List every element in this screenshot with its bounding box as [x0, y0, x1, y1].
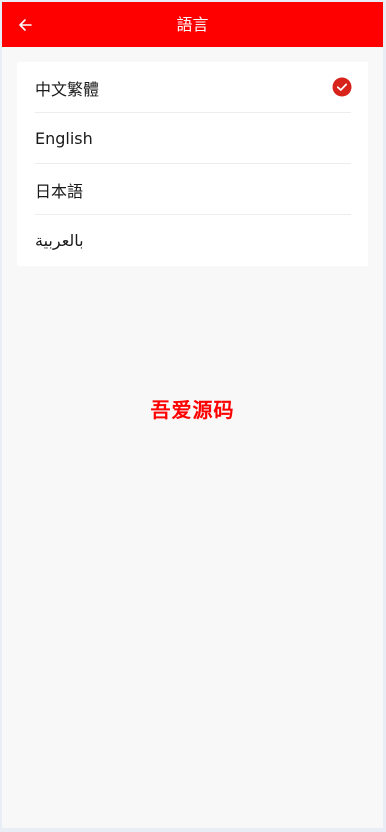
language-label: بالعربية: [35, 231, 84, 250]
page-title: 語言: [176, 15, 209, 34]
watermark-text: 吾爱源码: [150, 398, 235, 422]
language-item-traditional-chinese[interactable]: 中文繁體: [17, 62, 368, 113]
language-item-japanese[interactable]: 日本語: [17, 164, 368, 215]
language-list: 中文繁體 English 日本語 بالعربية: [17, 62, 368, 266]
check-circle-icon: [332, 77, 352, 97]
language-label: 中文繁體: [35, 79, 100, 99]
language-label: English: [35, 129, 93, 148]
language-item-english[interactable]: English: [17, 113, 368, 164]
app-screen: 語言 中文繁體 English 日本語 بالعربية 吾爱源码: [2, 2, 383, 828]
language-item-arabic[interactable]: بالعربية: [17, 215, 368, 266]
language-label: 日本語: [35, 181, 84, 201]
header-bar: 語言: [2, 2, 383, 47]
